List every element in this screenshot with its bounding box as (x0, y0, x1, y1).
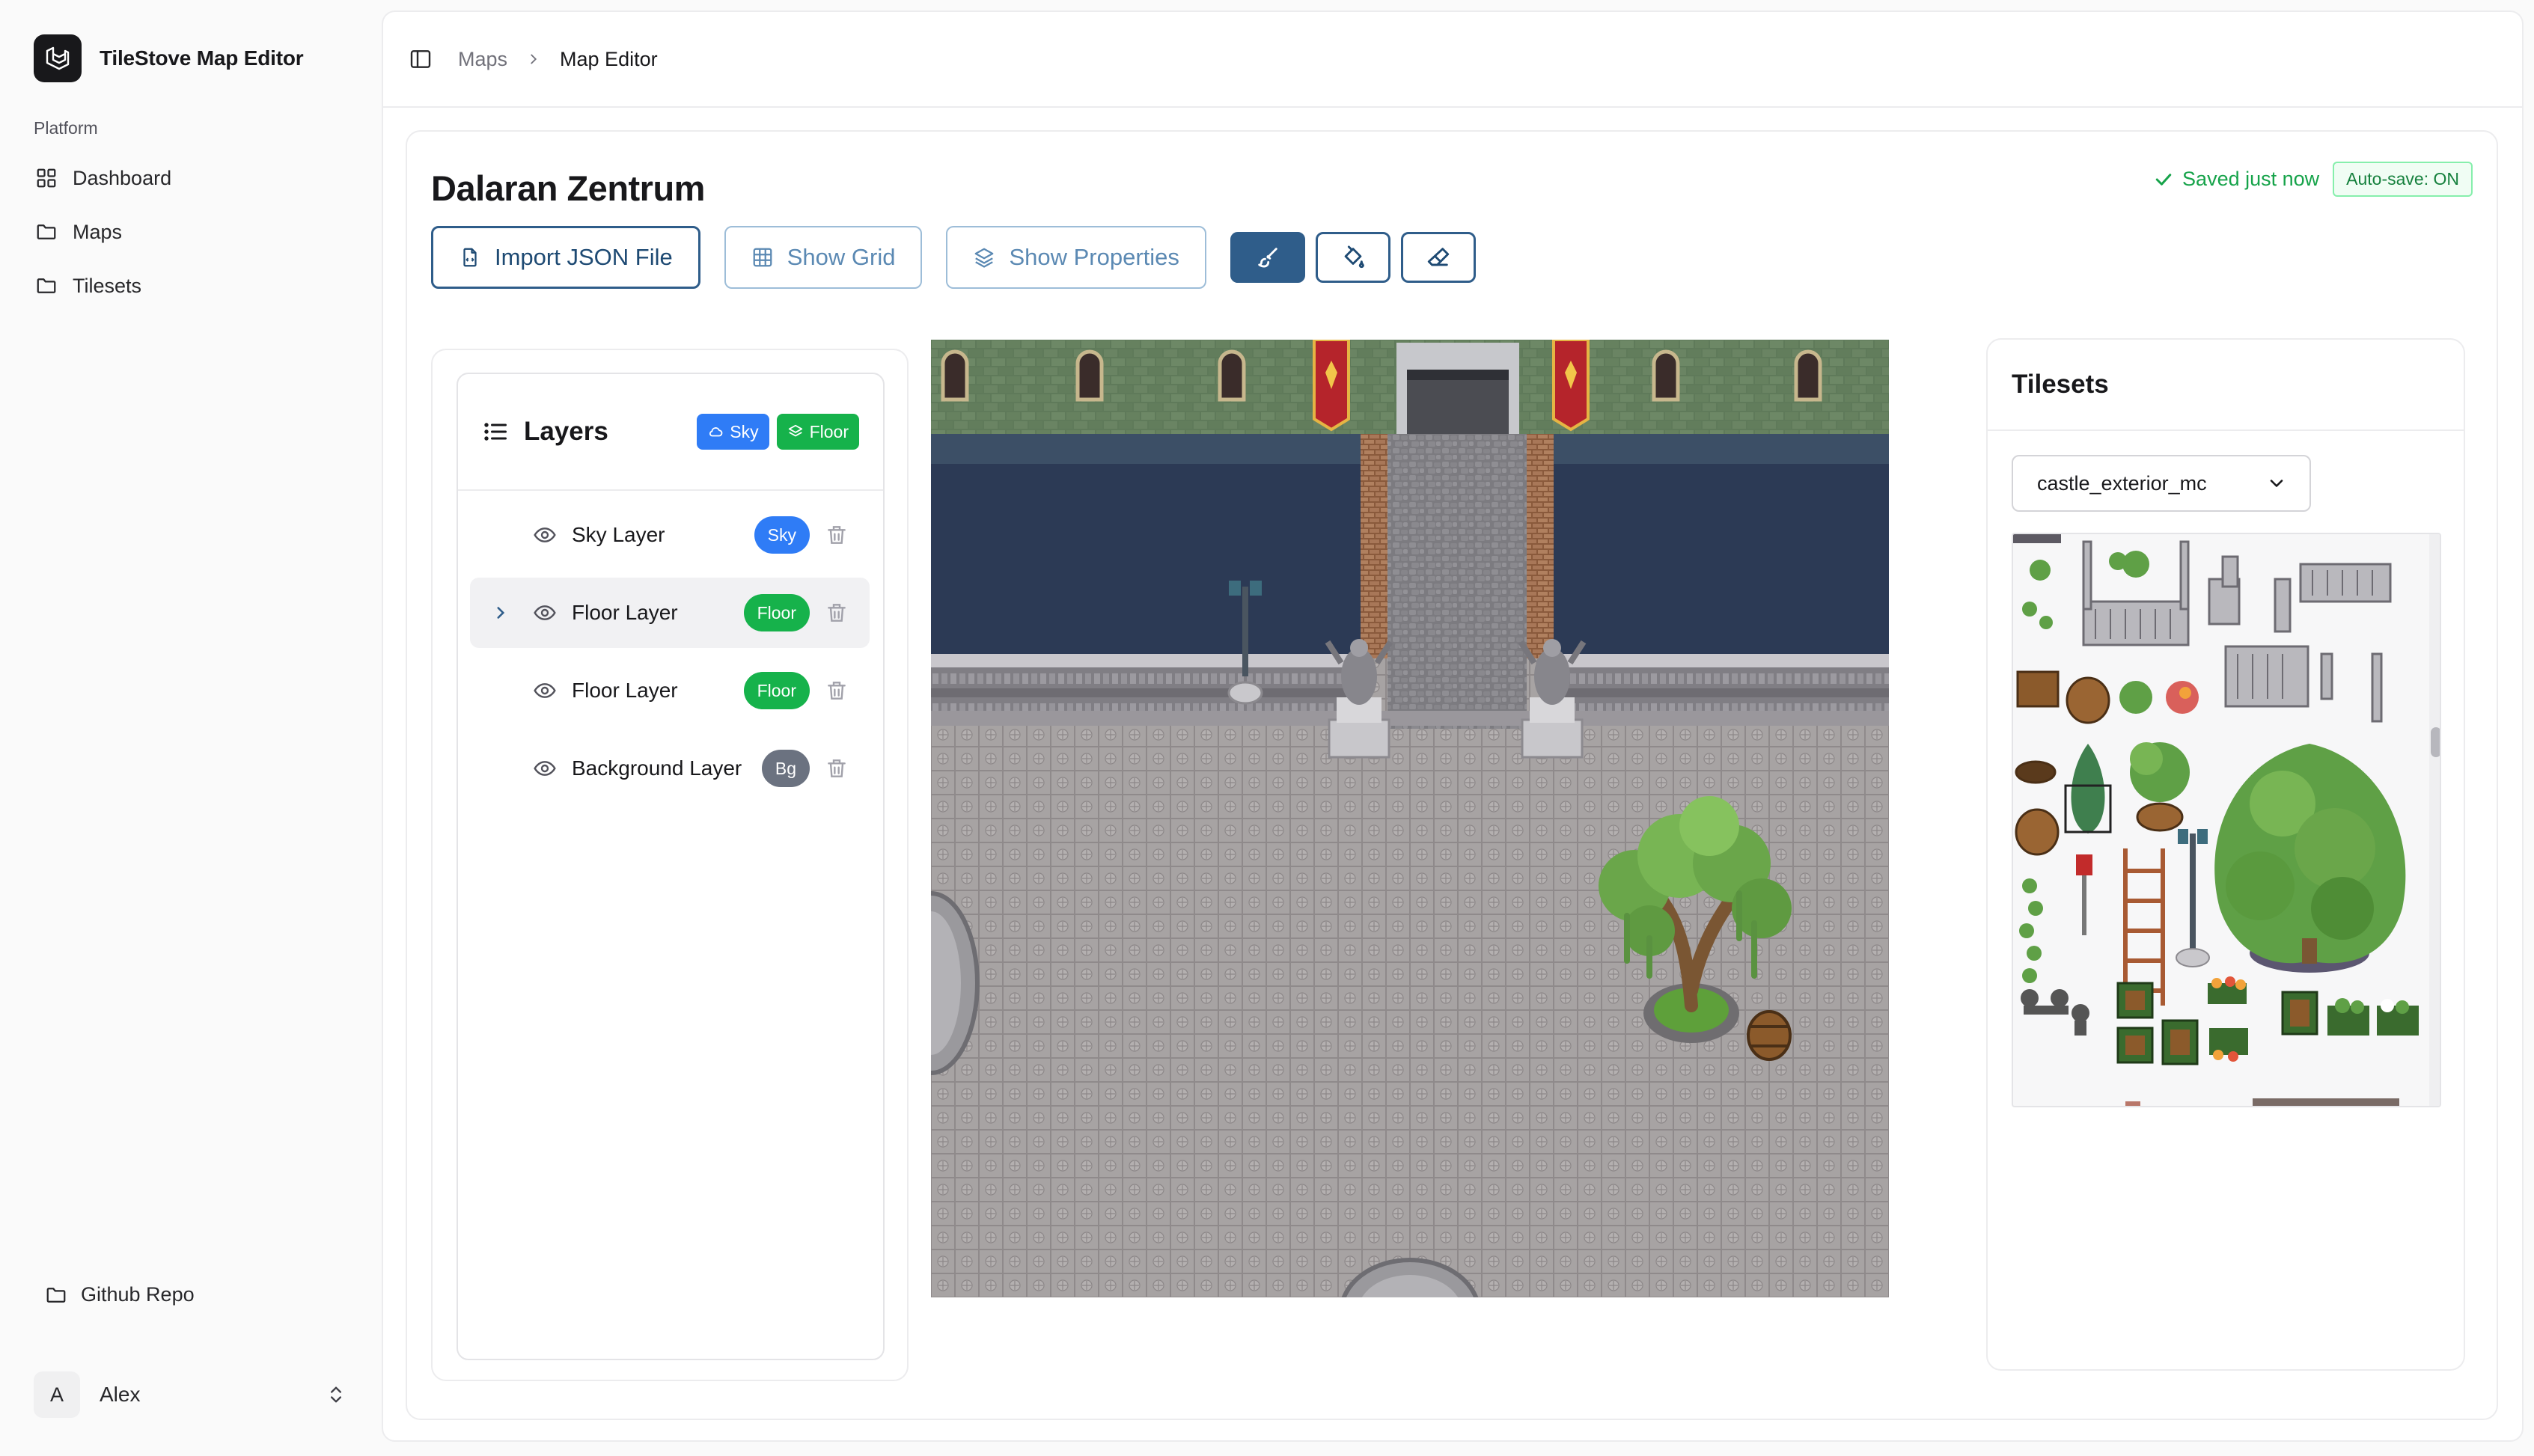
trash-icon[interactable] (825, 679, 849, 703)
layer-name: Floor Layer (572, 601, 678, 624)
eye-icon[interactable] (533, 679, 557, 703)
app-name: TileStove Map Editor (100, 46, 304, 70)
layer-row-sky[interactable]: Sky Layer Sky (470, 500, 870, 570)
eraser-tool-button[interactable] (1400, 232, 1476, 283)
add-sky-layer-button[interactable]: Sky (697, 414, 769, 450)
breadcrumb: Maps Map Editor (458, 48, 658, 71)
user-menu[interactable]: A Alex (34, 1371, 348, 1419)
grid-icon (753, 248, 772, 267)
tilesets-title: Tilesets (2012, 370, 2109, 399)
sidebar-item-dashboard[interactable]: Dashboard (34, 151, 348, 205)
autosave-badge[interactable]: Auto-save: ON (2333, 162, 2473, 197)
layer-type-badges: Sky Floor (697, 414, 859, 450)
layer-type-badge: Bg (761, 750, 810, 787)
layer-list: Sky Layer Sky Floor Layer Floor Floor La… (470, 500, 870, 811)
breadcrumb-current: Map Editor (560, 47, 658, 70)
sidebar-toggle-icon[interactable] (409, 47, 433, 71)
fill-tool-button[interactable] (1315, 232, 1390, 283)
github-repo-label: Github Repo (81, 1283, 195, 1306)
sidebar-nav: Dashboard Maps Tilesets (34, 151, 348, 313)
layer-type-badge: Floor (743, 594, 810, 631)
app-logo-icon (34, 34, 82, 82)
github-repo-link[interactable]: Github Repo (45, 1283, 195, 1306)
chevron-right-icon (531, 54, 537, 64)
sidebar-item-tilesets[interactable]: Tilesets (34, 259, 348, 313)
eraser-icon (1427, 248, 1450, 266)
show-properties-label: Show Properties (1009, 244, 1179, 270)
tilesets-header: Tilesets (1988, 340, 2464, 431)
trash-icon[interactable] (825, 601, 849, 625)
sidebar: TileStove Map Editor Platform Dashboard … (0, 0, 379, 1456)
layers-title: Layers (524, 417, 608, 446)
user-name: Alex (100, 1383, 141, 1406)
layer-row-floor-selected[interactable]: Floor Layer Floor (470, 578, 870, 648)
check-icon (2155, 173, 2172, 186)
layer-name: Sky Layer (572, 523, 665, 546)
layers-card: Layers Sky Floor Sky Layer Sky Floor Lay… (457, 373, 885, 1360)
layer-type-badge: Floor (743, 672, 810, 709)
brand[interactable]: TileStove Map Editor (34, 34, 304, 83)
import-json-label: Import JSON File (495, 244, 673, 270)
file-icon (463, 248, 477, 267)
import-json-button[interactable]: Import JSON File (431, 226, 700, 289)
layer-row-background[interactable]: Background Layer Bg (470, 733, 870, 804)
layer-type-badge: Sky (754, 516, 810, 554)
layers-panel: Layers Sky Floor Sky Layer Sky Floor Lay… (431, 349, 909, 1381)
avatar: A (34, 1371, 80, 1418)
trash-icon[interactable] (825, 756, 849, 780)
paint-bucket-icon (1344, 245, 1364, 269)
tileset-select[interactable]: castle_exterior_mc (2012, 455, 2311, 512)
brush-tool-button[interactable] (1230, 232, 1305, 283)
page-title: Dalaran Zentrum (431, 168, 705, 208)
folder-icon (37, 224, 56, 239)
chevrons-up-down-icon (331, 1386, 341, 1403)
sidebar-item-label: Tilesets (73, 274, 142, 297)
layer-name: Background Layer (572, 756, 742, 780)
tool-group (1230, 232, 1476, 283)
saved-text: Saved just now (2182, 168, 2320, 190)
show-grid-button[interactable]: Show Grid (724, 226, 923, 289)
folder-icon (37, 278, 56, 293)
saved-indicator: Saved just now (2152, 168, 2319, 191)
layers-header: Layers Sky Floor (458, 374, 883, 491)
layers-icon (788, 424, 802, 437)
sidebar-item-label: Maps (73, 220, 123, 243)
eye-icon[interactable] (533, 523, 557, 547)
chevron-down-icon (2270, 480, 2283, 487)
save-status: Saved just now Auto-save: ON (2152, 162, 2473, 197)
layer-row-floor[interactable]: Floor Layer Floor (470, 655, 870, 726)
map-canvas[interactable] (931, 340, 1889, 1297)
editor-toolbar: Import JSON File Show Grid Show Properti… (431, 226, 1476, 289)
grid-icon (37, 168, 56, 188)
layer-name: Floor Layer (572, 679, 678, 702)
sidebar-item-label: Dashboard (73, 166, 172, 189)
tilesets-panel: Tilesets castle_exterior_mc (1986, 338, 2465, 1371)
brush-icon (1258, 248, 1277, 268)
eye-icon[interactable] (533, 756, 557, 780)
list-icon (484, 423, 507, 441)
sidebar-item-maps[interactable]: Maps (34, 205, 348, 259)
layers-icon (975, 248, 994, 268)
folder-icon (46, 1287, 66, 1303)
sidebar-group-label: Platform (34, 118, 98, 138)
main-content: Maps Map Editor Dalaran Zentrum Saved ju… (382, 10, 2524, 1442)
top-bar: Maps Map Editor (383, 12, 2522, 108)
editor-card: Dalaran Zentrum Saved just now Auto-save… (406, 130, 2498, 1420)
floor-badge-label: Floor (809, 421, 849, 441)
show-properties-button[interactable]: Show Properties (946, 226, 1206, 289)
trash-icon[interactable] (825, 523, 849, 547)
chevron-right-icon[interactable] (491, 603, 510, 623)
sky-badge-label: Sky (730, 421, 759, 441)
show-grid-label: Show Grid (787, 244, 896, 270)
eye-icon[interactable] (533, 601, 557, 625)
tileset-palette[interactable] (2012, 533, 2441, 1107)
tileset-select-value: castle_exterior_mc (2037, 471, 2207, 495)
add-floor-layer-button[interactable]: Floor (776, 414, 859, 450)
cloud-icon (709, 427, 723, 437)
breadcrumb-maps[interactable]: Maps (458, 48, 507, 71)
